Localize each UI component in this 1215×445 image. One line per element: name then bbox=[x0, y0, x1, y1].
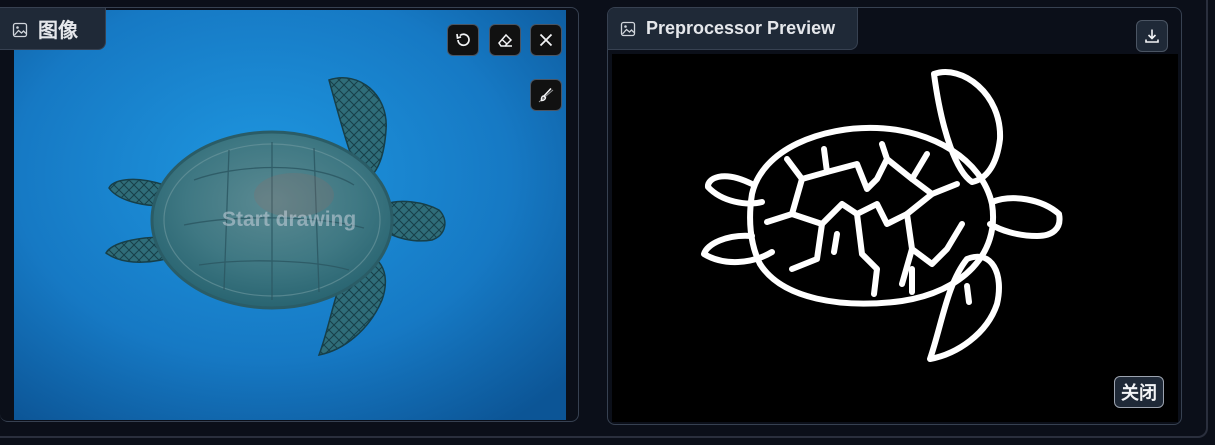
close-icon bbox=[539, 33, 553, 47]
brush-icon bbox=[538, 87, 554, 103]
edge-map bbox=[701, 69, 1063, 362]
preview-label-text: Preprocessor Preview bbox=[646, 18, 836, 38]
eraser-button[interactable] bbox=[489, 24, 521, 56]
preview-label-tab: Preprocessor Preview bbox=[608, 8, 858, 50]
close-preview-button[interactable]: 关闭 bbox=[1114, 376, 1164, 408]
clear-button[interactable] bbox=[530, 24, 562, 56]
controlnet-panels: Start drawing 图像 关闭 Preprocessor Preview bbox=[0, 0, 1215, 445]
undo-button[interactable] bbox=[447, 24, 479, 56]
download-button[interactable] bbox=[1136, 20, 1168, 52]
drawing-canvas[interactable] bbox=[14, 10, 566, 420]
image-icon bbox=[620, 21, 636, 37]
undo-icon bbox=[456, 33, 470, 47]
image-icon bbox=[12, 21, 28, 37]
image-label-tab: 图像 bbox=[0, 8, 106, 50]
preprocessor-preview-panel: 关闭 Preprocessor Preview bbox=[607, 7, 1182, 425]
preview-image: 关闭 bbox=[612, 54, 1178, 422]
eraser-icon bbox=[498, 33, 513, 47]
image-label-text: 图像 bbox=[38, 20, 78, 42]
image-input-panel: Start drawing 图像 bbox=[0, 7, 579, 422]
brush-button[interactable] bbox=[530, 79, 562, 111]
download-icon bbox=[1145, 29, 1159, 43]
turtle-photo bbox=[14, 10, 566, 420]
